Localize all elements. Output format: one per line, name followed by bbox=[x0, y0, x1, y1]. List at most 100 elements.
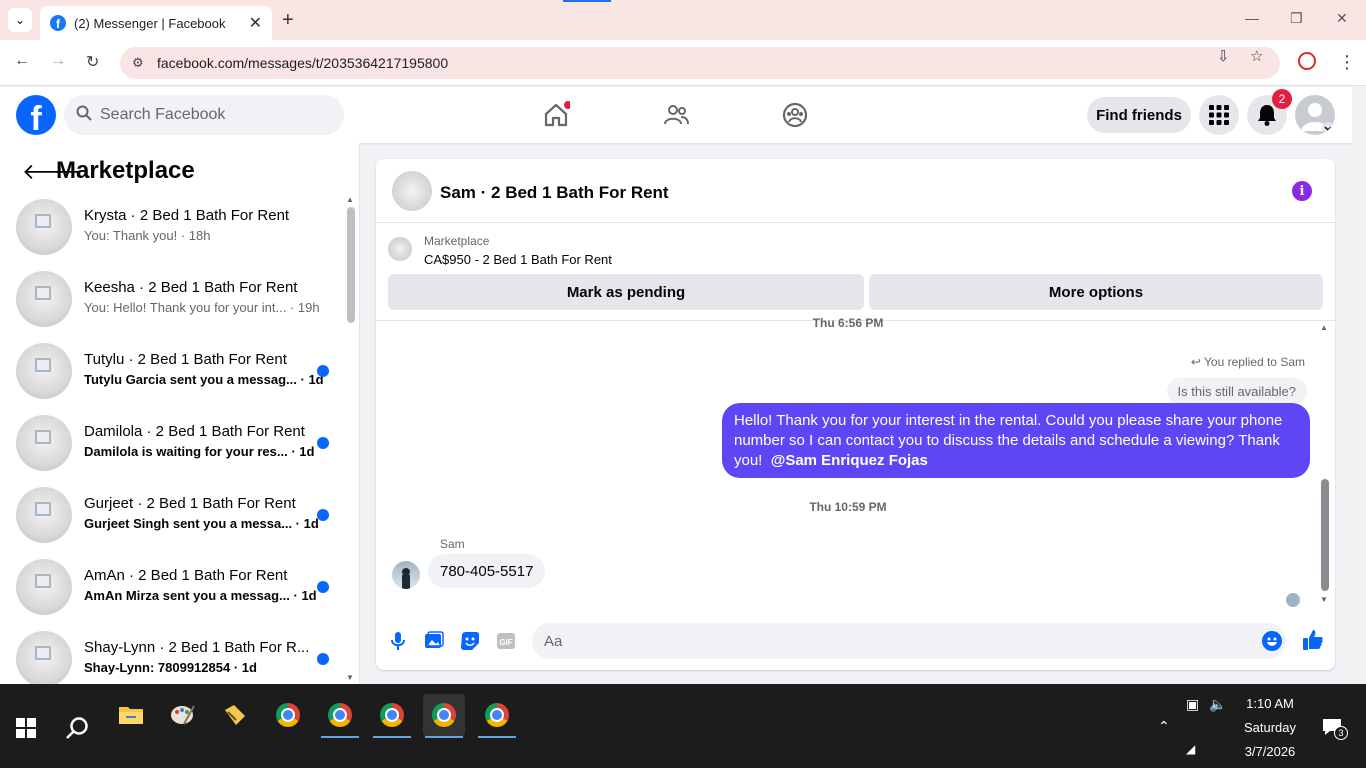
clock-time[interactable]: 1:10 AM bbox=[1236, 696, 1304, 711]
menu-button[interactable] bbox=[1199, 95, 1239, 135]
conversation-name: Tutylu · 2 Bed 1 Bath For Rent bbox=[84, 351, 287, 368]
conversation-item[interactable]: Shay-Lynn · 2 Bed 1 Bath For R... Shay-L… bbox=[16, 631, 336, 684]
conversation-snippet: Shay-Lynn: 7809912854 · 1d bbox=[84, 660, 257, 675]
back-button[interactable]: ← bbox=[14, 52, 30, 70]
browser-toolbar: ← → ↻ ⚙ facebook.com/messages/t/20353642… bbox=[0, 40, 1366, 86]
unread-dot bbox=[317, 581, 329, 593]
gif-icon[interactable]: GIF bbox=[496, 631, 516, 651]
conversation-snippet: You: Hello! Thank you for your int... · … bbox=[84, 300, 320, 315]
conversation-item[interactable]: Krysta · 2 Bed 1 Bath For Rent You: Than… bbox=[16, 199, 336, 255]
browser-menu-icon[interactable]: ⋮ bbox=[1338, 52, 1356, 73]
sender-name: Sam bbox=[440, 537, 465, 551]
meet-now-icon[interactable]: ▣ bbox=[1186, 696, 1199, 713]
snipping-tool-icon[interactable] bbox=[214, 694, 256, 736]
chat-scrollbar[interactable] bbox=[1321, 479, 1329, 591]
paint-app-icon[interactable] bbox=[162, 694, 204, 736]
unread-dot bbox=[317, 509, 329, 521]
clock-day[interactable]: Saturday bbox=[1236, 720, 1304, 735]
home-icon[interactable] bbox=[542, 101, 570, 129]
photo-icon[interactable] bbox=[424, 631, 444, 651]
page-scrollbar[interactable] bbox=[1352, 87, 1366, 684]
search-input[interactable]: Search Facebook bbox=[64, 95, 344, 135]
outgoing-message[interactable]: Hello! Thank you for your interest in th… bbox=[722, 403, 1310, 478]
listing-thumbnail bbox=[16, 631, 72, 684]
conversation-snippet: AmAn Mirza sent you a messag... · 1d bbox=[84, 588, 317, 603]
groups-icon[interactable] bbox=[781, 101, 809, 129]
facebook-header: f Search Facebook Find friends bbox=[0, 87, 1352, 143]
microphone-icon[interactable] bbox=[388, 631, 408, 651]
taskbar-search-icon[interactable] bbox=[64, 716, 90, 742]
tab-title: (2) Messenger | Facebook bbox=[74, 15, 226, 31]
facebook-favicon-icon: f bbox=[50, 15, 66, 31]
chrome-profile-2-icon[interactable] bbox=[371, 694, 413, 738]
windows-taskbar: ⌃ ▣ ◢ 🔈 1:10 AM Saturday 3/7/2026 3 bbox=[0, 684, 1366, 768]
scroll-down-arrow[interactable]: ▼ bbox=[1320, 595, 1328, 604]
volume-icon[interactable]: 🔈 bbox=[1209, 696, 1226, 713]
scroll-up-arrow[interactable]: ▲ bbox=[346, 195, 354, 204]
listing-thumbnail bbox=[16, 199, 72, 255]
search-placeholder: Search Facebook bbox=[100, 106, 226, 123]
sender-avatar[interactable] bbox=[392, 561, 420, 589]
message-input-placeholder: Aa bbox=[544, 632, 563, 650]
install-app-icon[interactable]: ⇩ bbox=[1217, 47, 1230, 65]
mention[interactable]: @Sam Enriquez Fojas bbox=[771, 452, 928, 469]
avatar-silhouette-icon bbox=[1301, 103, 1334, 134]
profile-icon[interactable] bbox=[1298, 52, 1316, 70]
listing-price-title[interactable]: CA$950 - 2 Bed 1 Bath For Rent bbox=[424, 252, 612, 267]
restore-button[interactable]: ❐ bbox=[1290, 10, 1303, 27]
conversation-item[interactable]: Damilola · 2 Bed 1 Bath For Rent Damilol… bbox=[16, 415, 336, 471]
find-friends-button[interactable]: Find friends bbox=[1087, 97, 1191, 133]
conversation-item[interactable]: Gurjeet · 2 Bed 1 Bath For Rent Gurjeet … bbox=[16, 487, 336, 543]
forward-button[interactable]: → bbox=[50, 52, 66, 70]
minimize-button[interactable]: — bbox=[1245, 10, 1259, 26]
site-info-icon[interactable]: ⚙ bbox=[132, 55, 144, 71]
mark-as-pending-button[interactable]: Mark as pending bbox=[388, 274, 864, 310]
file-explorer-icon[interactable] bbox=[110, 694, 152, 736]
marketplace-label: Marketplace bbox=[424, 234, 490, 248]
incoming-message[interactable]: 780-405-5517 bbox=[428, 554, 546, 588]
more-options-button[interactable]: More options bbox=[869, 274, 1323, 310]
timestamp: Thu 10:59 PM bbox=[809, 500, 887, 514]
browser-tab[interactable]: f (2) Messenger | Facebook ✕ bbox=[40, 6, 272, 40]
message-input[interactable]: Aa bbox=[532, 623, 1286, 659]
thumbs-up-icon[interactable] bbox=[1302, 629, 1324, 651]
conversation-snippet: Damilola is waiting for your res... · 1d bbox=[84, 444, 315, 459]
chrome-app-icon[interactable] bbox=[267, 694, 309, 736]
new-tab-button[interactable]: + bbox=[282, 9, 294, 32]
listing-thumbnail[interactable] bbox=[388, 237, 412, 261]
conversation-item[interactable]: AmAn · 2 Bed 1 Bath For Rent AmAn Mirza … bbox=[16, 559, 336, 615]
clock-date[interactable]: 3/7/2026 bbox=[1236, 744, 1304, 759]
unread-dot bbox=[317, 365, 329, 377]
windows-start-icon[interactable] bbox=[16, 718, 36, 738]
svg-text:GIF: GIF bbox=[499, 638, 512, 647]
account-avatar[interactable] bbox=[1295, 95, 1335, 135]
chrome-profile-3-icon[interactable] bbox=[423, 694, 465, 738]
info-icon[interactable]: i bbox=[1292, 181, 1312, 201]
close-tab-icon[interactable]: ✕ bbox=[249, 13, 262, 33]
conversation-list-scrollbar[interactable] bbox=[347, 207, 355, 323]
chrome-profile-1-icon[interactable] bbox=[319, 694, 361, 738]
conversation-item[interactable]: Tutylu · 2 Bed 1 Bath For Rent Tutylu Ga… bbox=[16, 343, 336, 399]
chat-avatar[interactable] bbox=[392, 171, 432, 211]
notification-center-icon[interactable]: 3 bbox=[1322, 718, 1348, 740]
chat-title[interactable]: Sam · 2 Bed 1 Bath For Rent bbox=[440, 183, 669, 203]
friends-icon[interactable] bbox=[662, 101, 690, 129]
emoji-icon[interactable] bbox=[1262, 631, 1282, 651]
conversation-item[interactable]: Keesha · 2 Bed 1 Bath For Rent You: Hell… bbox=[16, 271, 336, 327]
address-bar[interactable]: ⚙ facebook.com/messages/t/20353642171958… bbox=[120, 47, 1280, 79]
bookmark-star-icon[interactable]: ☆ bbox=[1250, 47, 1263, 65]
network-icon[interactable]: ◢ bbox=[1186, 742, 1195, 756]
scroll-up-arrow[interactable]: ▲ bbox=[1320, 323, 1328, 332]
conversation-name: AmAn · 2 Bed 1 Bath For Rent bbox=[84, 567, 288, 584]
tab-search-dropdown[interactable]: ⌄ bbox=[8, 8, 32, 32]
quoted-message[interactable]: Is this still available? bbox=[1166, 378, 1307, 404]
sticker-icon[interactable] bbox=[460, 631, 480, 651]
show-hidden-icons-icon[interactable]: ⌃ bbox=[1158, 718, 1170, 735]
facebook-logo[interactable]: f bbox=[16, 95, 56, 135]
apps-grid-icon bbox=[1209, 105, 1229, 125]
scroll-down-arrow[interactable]: ▼ bbox=[346, 673, 354, 682]
reload-button[interactable]: ↻ bbox=[86, 52, 99, 72]
chrome-profile-4-icon[interactable] bbox=[476, 694, 518, 738]
replied-label: ↩ You replied to Sam bbox=[1191, 355, 1305, 369]
close-window-button[interactable]: ✕ bbox=[1336, 10, 1348, 27]
